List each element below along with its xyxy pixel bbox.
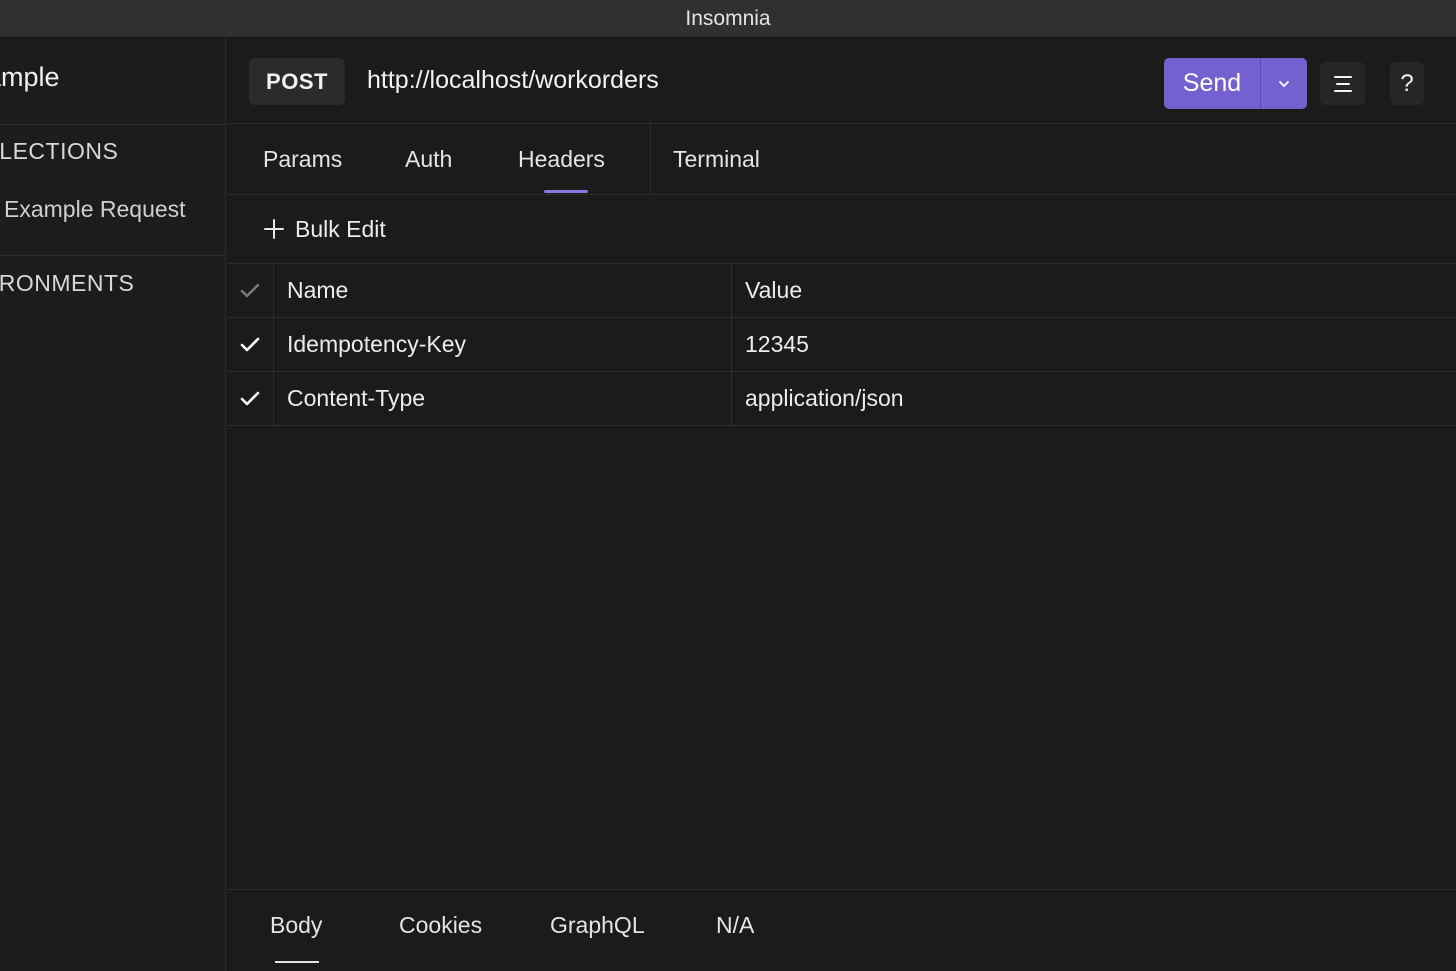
- hamburger-menu-icon: [1333, 75, 1352, 92]
- app-window: Insomnia ample LLECTIONS Example Request…: [0, 0, 1456, 971]
- request-panel: POST http://localhost/workorders Send ? …: [227, 38, 1456, 971]
- bulk-edit-button[interactable]: Bulk Edit: [263, 195, 386, 263]
- sidebar-item-example-request[interactable]: Example Request: [4, 196, 186, 223]
- check-icon: [240, 283, 260, 297]
- table-header-row: Name Value: [227, 264, 1456, 318]
- header-enabled-checkbox[interactable]: [227, 318, 274, 371]
- column-header-name: Name: [274, 264, 732, 317]
- tab-graphql[interactable]: GraphQL: [550, 912, 645, 939]
- request-tabs: Params Auth Headers Terminal: [227, 124, 1456, 195]
- tab-terminal[interactable]: Terminal: [673, 146, 760, 173]
- window-title: Insomnia: [685, 6, 771, 30]
- workspace-name[interactable]: ample: [0, 62, 60, 93]
- send-options-button[interactable]: [1261, 58, 1307, 109]
- send-button[interactable]: Send: [1164, 58, 1260, 109]
- active-tab-indicator: [544, 190, 588, 193]
- method-selector[interactable]: POST: [249, 58, 345, 105]
- tab-cookies[interactable]: Cookies: [399, 912, 482, 939]
- menu-button[interactable]: [1320, 62, 1365, 105]
- sidebar-divider: [0, 124, 225, 125]
- url-bar: POST http://localhost/workorders Send ?: [227, 38, 1456, 124]
- tab-params[interactable]: Params: [263, 146, 342, 173]
- header-value-field[interactable]: 12345: [732, 318, 1456, 371]
- send-button-group: Send: [1164, 58, 1307, 109]
- toggle-all-checkbox[interactable]: [227, 264, 274, 317]
- check-icon: [240, 391, 260, 405]
- sidebar: ample LLECTIONS Example Request VIRONMEN…: [0, 38, 226, 971]
- tab-auth[interactable]: Auth: [405, 146, 452, 173]
- tab-divider: [650, 124, 651, 195]
- url-input[interactable]: http://localhost/workorders: [367, 66, 659, 95]
- header-enabled-checkbox[interactable]: [227, 372, 274, 425]
- table-row: Content-Type application/json: [227, 372, 1456, 426]
- tab-headers[interactable]: Headers: [518, 146, 605, 173]
- chevron-down-icon: [1279, 80, 1289, 87]
- tab-na[interactable]: N/A: [716, 912, 754, 939]
- tab-body[interactable]: Body: [270, 912, 322, 939]
- headers-table: Name Value Idempotency-Key 12345 Content…: [227, 263, 1456, 426]
- active-tab-indicator: [275, 961, 319, 963]
- sidebar-divider: [0, 255, 225, 256]
- check-icon: [240, 337, 260, 351]
- header-value-field[interactable]: application/json: [732, 372, 1456, 425]
- header-name-field[interactable]: Content-Type: [274, 372, 732, 425]
- title-bar: Insomnia: [0, 0, 1456, 38]
- table-row: Idempotency-Key 12345: [227, 318, 1456, 372]
- header-name-field[interactable]: Idempotency-Key: [274, 318, 732, 371]
- response-tabs: Body Cookies GraphQL N/A: [227, 889, 1456, 971]
- environments-heading[interactable]: VIRONMENTS: [0, 270, 134, 297]
- plus-icon: [264, 219, 284, 239]
- collections-heading: LLECTIONS: [0, 138, 119, 164]
- help-button[interactable]: ?: [1390, 62, 1424, 105]
- column-header-value: Value: [745, 277, 803, 303]
- bulk-edit-label: Bulk Edit: [295, 215, 386, 242]
